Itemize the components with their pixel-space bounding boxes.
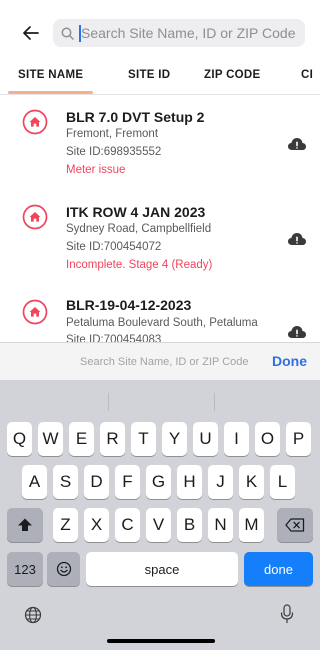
back-button[interactable] xyxy=(18,20,44,46)
keyboard: Q W E R T Y U I O P A S D F G H J K L Z … xyxy=(0,380,320,650)
tab-site-id[interactable]: SITE ID xyxy=(128,62,170,92)
key-h[interactable]: H xyxy=(177,465,202,499)
cloud-alert-icon[interactable] xyxy=(287,323,307,339)
key-g[interactable]: G xyxy=(146,465,171,499)
key-q[interactable]: Q xyxy=(7,422,32,456)
home-icon xyxy=(22,204,48,230)
microphone-icon[interactable] xyxy=(280,604,294,624)
key-b[interactable]: B xyxy=(177,508,202,542)
home-icon xyxy=(22,299,48,325)
backspace-icon xyxy=(285,518,305,532)
key-y[interactable]: Y xyxy=(162,422,187,456)
suggestion-divider xyxy=(108,393,109,411)
cloud-alert-icon[interactable] xyxy=(287,230,307,246)
suggestion-divider xyxy=(214,393,215,411)
site-address: Petaluma Boulevard South, Petaluma xyxy=(66,317,258,329)
list-item[interactable]: BLR 7.0 DVT Setup 2 Fremont, Fremont Sit… xyxy=(0,95,320,190)
key-j[interactable]: J xyxy=(208,465,233,499)
accessory-done-button[interactable]: Done xyxy=(272,353,307,369)
header xyxy=(0,0,320,62)
key-f[interactable]: F xyxy=(115,465,140,499)
key-s[interactable]: S xyxy=(53,465,78,499)
key-m[interactable]: M xyxy=(239,508,264,542)
key-k[interactable]: K xyxy=(239,465,264,499)
keyboard-done-key[interactable]: done xyxy=(244,552,313,586)
site-name: BLR 7.0 DVT Setup 2 xyxy=(66,109,205,125)
tab-site-name[interactable]: SITE NAME xyxy=(7,62,94,94)
site-status: Incomplete. Stage 4 (Ready) xyxy=(66,259,213,271)
key-v[interactable]: V xyxy=(146,508,171,542)
backspace-key[interactable] xyxy=(277,508,313,542)
key-l[interactable]: L xyxy=(270,465,295,499)
site-status: Meter issue xyxy=(66,164,126,176)
site-id: Site ID:700454083 xyxy=(66,334,162,342)
home-icon xyxy=(22,109,48,135)
key-u[interactable]: U xyxy=(193,422,218,456)
site-list: BLR 7.0 DVT Setup 2 Fremont, Fremont Sit… xyxy=(0,95,320,342)
key-z[interactable]: Z xyxy=(53,508,78,542)
text-cursor xyxy=(79,25,81,42)
search-bar[interactable] xyxy=(53,19,305,47)
key-e[interactable]: E xyxy=(69,422,94,456)
back-arrow-icon xyxy=(23,26,39,40)
site-name: ITK ROW 4 JAN 2023 xyxy=(66,204,206,220)
key-c[interactable]: C xyxy=(115,508,140,542)
shift-icon xyxy=(18,518,32,531)
key-p[interactable]: P xyxy=(286,422,311,456)
site-id: Site ID:698935552 xyxy=(66,146,162,158)
keyboard-accessory-bar: Search Site Name, ID or ZIP Code Done xyxy=(0,342,320,381)
home-indicator xyxy=(107,639,215,643)
emoji-key[interactable] xyxy=(47,552,80,586)
site-address: Fremont, Fremont xyxy=(66,128,159,140)
accessory-search-hint: Search Site Name, ID or ZIP Code xyxy=(80,356,249,368)
key-i[interactable]: I xyxy=(224,422,249,456)
key-d[interactable]: D xyxy=(84,465,109,499)
key-r[interactable]: R xyxy=(100,422,125,456)
emoji-icon xyxy=(56,561,71,577)
globe-icon[interactable] xyxy=(24,606,42,624)
shift-key[interactable] xyxy=(7,508,43,542)
key-w[interactable]: W xyxy=(38,422,63,456)
key-o[interactable]: O xyxy=(255,422,280,456)
key-t[interactable]: T xyxy=(131,422,156,456)
list-item[interactable]: BLR-19-04-12-2023 Petaluma Boulevard Sou… xyxy=(0,285,320,342)
search-icon xyxy=(61,26,75,40)
tab-city[interactable]: CI xyxy=(301,62,313,92)
search-input[interactable] xyxy=(79,20,305,46)
cloud-alert-icon[interactable] xyxy=(287,135,307,151)
key-a[interactable]: A xyxy=(22,465,47,499)
tab-zip-code[interactable]: ZIP CODE xyxy=(204,62,261,92)
tab-bar: SITE NAME SITE ID ZIP CODE CI xyxy=(0,62,320,95)
space-key[interactable]: space xyxy=(86,552,238,586)
key-x[interactable]: X xyxy=(84,508,109,542)
site-address: Sydney Road, Campbellfield xyxy=(66,223,212,235)
site-id: Site ID:700454072 xyxy=(66,241,162,253)
site-name: BLR-19-04-12-2023 xyxy=(66,297,192,313)
key-n[interactable]: N xyxy=(208,508,233,542)
list-item[interactable]: ITK ROW 4 JAN 2023 Sydney Road, Campbell… xyxy=(0,190,320,285)
numbers-key[interactable]: 123 xyxy=(7,552,43,586)
